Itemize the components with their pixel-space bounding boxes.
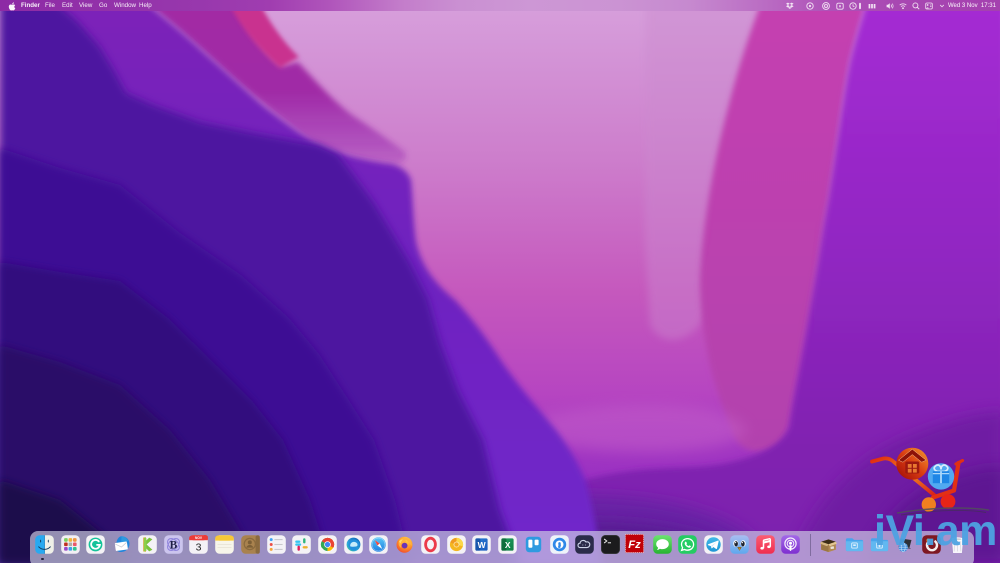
svg-text:W: W bbox=[478, 540, 487, 550]
svg-text:B: B bbox=[169, 540, 177, 552]
svg-text:Fz: Fz bbox=[629, 539, 642, 551]
svg-text:3: 3 bbox=[196, 542, 202, 554]
svg-text:NOV: NOV bbox=[195, 536, 203, 540]
svg-text:X: X bbox=[505, 540, 511, 550]
